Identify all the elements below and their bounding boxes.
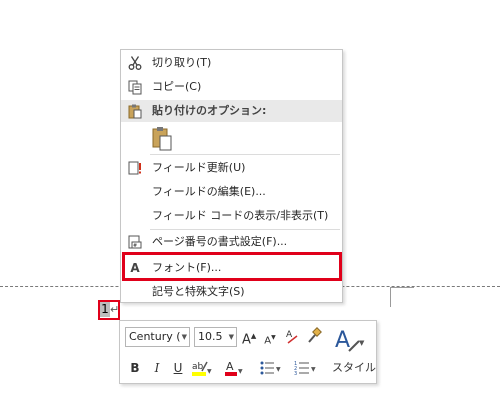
paste-options-header: 貼り付けのオプション: — [121, 100, 342, 122]
font-name-value: Century ( — [129, 330, 181, 343]
svg-text:A: A — [335, 328, 350, 353]
paintbrush-icon — [308, 327, 322, 343]
menu-item-update-field[interactable]: フィールド更新(U) — [121, 157, 342, 179]
underline-button[interactable]: U — [171, 359, 185, 377]
svg-text:#: # — [133, 243, 137, 249]
styles-icon: A ▼ — [335, 328, 365, 353]
page-number-highlight-box — [98, 300, 120, 320]
grow-font-icon: A — [242, 332, 251, 348]
svg-text:▼: ▼ — [311, 366, 316, 373]
bullet-list-icon: ▼ — [260, 361, 281, 375]
bold-button[interactable]: B — [128, 359, 142, 377]
menu-item-label: コピー(C) — [152, 80, 202, 93]
italic-button[interactable]: I — [150, 359, 164, 377]
mini-toolbar: Century ( ▼ 10.5 ▼ A▲ A▼ A A ▼ B I U ab — [119, 320, 377, 384]
svg-text:3: 3 — [294, 371, 297, 377]
svg-text:▼: ▼ — [359, 339, 365, 347]
svg-text:▼: ▼ — [238, 368, 243, 375]
menu-separator — [150, 229, 340, 230]
menu-item-toggle-field-codes[interactable]: フィールド コードの表示/非表示(T) — [121, 205, 342, 227]
menu-item-label: フィールド コードの表示/非表示(T) — [152, 209, 329, 222]
bullets-button[interactable]: ▼ — [259, 359, 283, 382]
highlight-color-button[interactable]: ab ▼ — [191, 359, 213, 382]
menu-item-edit-field[interactable]: フィールドの編集(E)... — [121, 181, 342, 203]
font-name-combobox[interactable]: Century ( ▼ — [125, 327, 190, 347]
menu-item-label: 切り取り(T) — [152, 56, 212, 69]
font-size-combobox[interactable]: 10.5 ▼ — [194, 327, 237, 347]
svg-text:A: A — [226, 360, 234, 373]
menu-separator — [150, 154, 340, 155]
highlighter-icon: ab ▼ — [192, 361, 212, 376]
chevron-down-icon[interactable]: ▼ — [229, 328, 234, 346]
menu-item-copy[interactable]: コピー(C) — [121, 76, 342, 98]
svg-text:▼: ▼ — [276, 366, 281, 373]
menu-item-label: 記号と特殊文字(S) — [152, 285, 245, 298]
menu-item-cut[interactable]: 切り取り(T) — [121, 52, 342, 74]
font-item-highlight-box — [122, 252, 342, 281]
styles-button-label[interactable]: スタイル — [332, 359, 376, 375]
menu-item-label: フィールドの編集(E)... — [152, 185, 266, 198]
menu-item-label: フィールド更新(U) — [152, 161, 246, 174]
copy-icon — [127, 79, 143, 95]
menu-item-label: 貼り付けのオプション: — [152, 104, 267, 117]
clear-formatting-button[interactable]: A — [285, 327, 299, 350]
font-size-value: 10.5 — [198, 330, 223, 343]
scissors-icon — [127, 55, 143, 71]
paste-icon — [127, 103, 143, 119]
menu-item-symbols[interactable]: 記号と特殊文字(S) — [121, 281, 342, 303]
format-painter-button[interactable] — [306, 327, 322, 350]
paste-keep-text-only-button[interactable] — [151, 126, 175, 152]
menu-item-page-number-format[interactable]: # ページ番号の書式設定(F)... — [121, 231, 342, 253]
grow-font-button[interactable]: A▲ — [242, 327, 256, 349]
font-color-icon: A ▼ — [225, 360, 243, 376]
chevron-down-icon[interactable]: ▼ — [182, 328, 187, 346]
page-number-format-icon: # — [127, 234, 143, 250]
menu-item-label: ページ番号の書式設定(F)... — [152, 235, 288, 248]
paste-keep-text-only-icon — [152, 127, 172, 151]
margin-corner-mark-h — [390, 287, 414, 288]
numbering-button[interactable]: 1 2 3 ▼ — [294, 359, 318, 382]
svg-text:A: A — [286, 330, 293, 340]
shrink-font-button[interactable]: A▼ — [263, 329, 277, 350]
styles-button-icon-area[interactable]: A ▼ — [332, 323, 366, 357]
clear-formatting-icon: A — [286, 330, 298, 344]
font-color-button[interactable]: A ▼ — [224, 359, 244, 382]
margin-corner-mark — [390, 287, 391, 307]
update-field-icon — [127, 160, 143, 176]
numbered-list-icon: 1 2 3 ▼ — [294, 361, 316, 377]
svg-text:▼: ▼ — [207, 368, 212, 375]
